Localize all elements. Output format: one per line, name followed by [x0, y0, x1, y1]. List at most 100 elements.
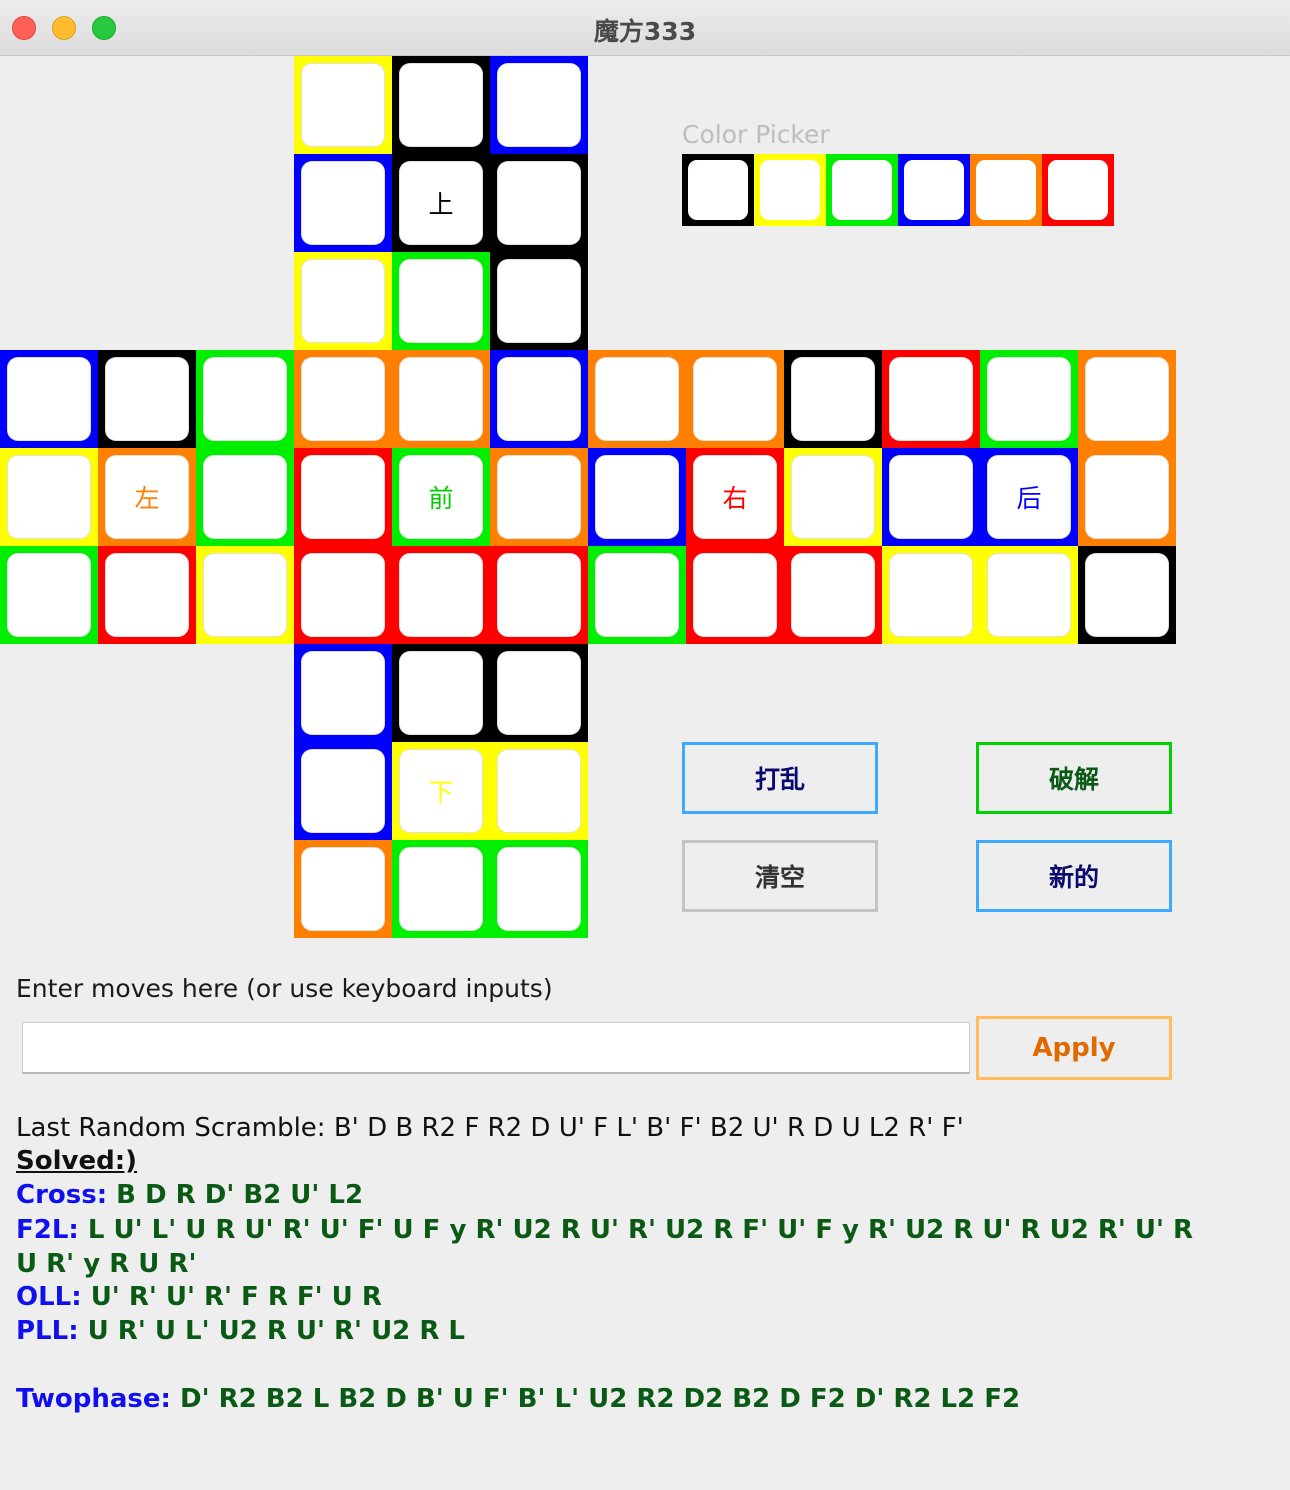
sticker-front-5[interactable]	[490, 448, 588, 546]
face-label-up: 上	[399, 161, 483, 245]
sticker-left-8[interactable]	[196, 546, 294, 644]
sticker-face	[889, 553, 973, 637]
sticker-face	[1085, 455, 1169, 539]
new-cube-button[interactable]: 新的	[976, 840, 1172, 912]
sticker-front-7[interactable]	[392, 546, 490, 644]
sticker-face	[497, 357, 581, 441]
sticker-front-2[interactable]	[490, 350, 588, 448]
sticker-face	[301, 161, 385, 245]
sticker-face	[301, 259, 385, 343]
sticker-down-7[interactable]	[392, 840, 490, 938]
sticker-face	[1085, 357, 1169, 441]
color-swatch-4[interactable]	[970, 154, 1042, 226]
sticker-left-6[interactable]	[0, 546, 98, 644]
f2l-label: F2L:	[16, 1215, 79, 1245]
sticker-face	[987, 357, 1071, 441]
sticker-right-8[interactable]	[784, 546, 882, 644]
sticker-face	[7, 553, 91, 637]
moves-input[interactable]	[22, 1022, 970, 1074]
sticker-down-1[interactable]	[392, 644, 490, 742]
scramble-button[interactable]: 打乱	[682, 742, 878, 814]
sticker-down-8[interactable]	[490, 840, 588, 938]
sticker-back-7[interactable]	[980, 546, 1078, 644]
sticker-right-1[interactable]	[686, 350, 784, 448]
sticker-left-7[interactable]	[98, 546, 196, 644]
apply-button[interactable]: Apply	[976, 1016, 1172, 1080]
sticker-front-1[interactable]	[392, 350, 490, 448]
sticker-back-4[interactable]: 后	[980, 448, 1078, 546]
sticker-face	[203, 455, 287, 539]
face-label-right: 右	[693, 455, 777, 539]
sticker-face	[105, 357, 189, 441]
sticker-down-3[interactable]	[294, 742, 392, 840]
sticker-face	[301, 357, 385, 441]
pll-solution: PLL: U R' U L' U2 R U' R' U2 R L	[16, 1316, 465, 1346]
sticker-up-3[interactable]	[294, 154, 392, 252]
sticker-face	[105, 553, 189, 637]
sticker-face	[203, 357, 287, 441]
sticker-back-2[interactable]	[1078, 350, 1176, 448]
sticker-back-6[interactable]	[882, 546, 980, 644]
sticker-right-0[interactable]	[588, 350, 686, 448]
solve-button[interactable]: 破解	[976, 742, 1172, 814]
sticker-front-3[interactable]	[294, 448, 392, 546]
color-swatch-1[interactable]	[754, 154, 826, 226]
sticker-up-5[interactable]	[490, 154, 588, 252]
sticker-face	[301, 749, 385, 833]
sticker-right-6[interactable]	[588, 546, 686, 644]
sticker-face	[301, 63, 385, 147]
sticker-back-5[interactable]	[1078, 448, 1176, 546]
sticker-left-5[interactable]	[196, 448, 294, 546]
sticker-face	[301, 651, 385, 735]
sticker-down-5[interactable]	[490, 742, 588, 840]
sticker-front-6[interactable]	[294, 546, 392, 644]
sticker-back-3[interactable]	[882, 448, 980, 546]
sticker-left-4[interactable]: 左	[98, 448, 196, 546]
oll-moves: U' R' U' R' F R F' U R	[81, 1282, 382, 1312]
sticker-face	[7, 357, 91, 441]
last-scramble-text: Last Random Scramble: B' D B R2 F R2 D U…	[16, 1113, 964, 1143]
sticker-up-4[interactable]: 上	[392, 154, 490, 252]
sticker-up-0[interactable]	[294, 56, 392, 154]
color-swatch-0[interactable]	[682, 154, 754, 226]
sticker-front-8[interactable]	[490, 546, 588, 644]
sticker-right-2[interactable]	[784, 350, 882, 448]
sticker-front-0[interactable]	[294, 350, 392, 448]
sticker-left-1[interactable]	[98, 350, 196, 448]
sticker-down-0[interactable]	[294, 644, 392, 742]
sticker-right-4[interactable]: 右	[686, 448, 784, 546]
sticker-front-4[interactable]: 前	[392, 448, 490, 546]
sticker-left-0[interactable]	[0, 350, 98, 448]
sticker-left-3[interactable]	[0, 448, 98, 546]
sticker-right-3[interactable]	[588, 448, 686, 546]
sticker-up-6[interactable]	[294, 252, 392, 350]
sticker-face	[693, 357, 777, 441]
sticker-up-2[interactable]	[490, 56, 588, 154]
sticker-down-4[interactable]: 下	[392, 742, 490, 840]
twophase-moves: D' R2 B2 L B2 D B' U F' B' L' U2 R2 D2 B…	[170, 1384, 1021, 1414]
sticker-up-8[interactable]	[490, 252, 588, 350]
sticker-back-0[interactable]	[882, 350, 980, 448]
moves-input-label: Enter moves here (or use keyboard inputs…	[16, 974, 553, 1003]
color-picker-label: Color Picker	[682, 120, 830, 149]
sticker-face	[791, 357, 875, 441]
sticker-up-7[interactable]	[392, 252, 490, 350]
sticker-back-1[interactable]	[980, 350, 1078, 448]
sticker-down-6[interactable]	[294, 840, 392, 938]
color-swatch-2[interactable]	[826, 154, 898, 226]
cross-label: Cross:	[16, 1180, 108, 1210]
sticker-down-2[interactable]	[490, 644, 588, 742]
swatch-face	[832, 160, 892, 220]
sticker-face	[399, 63, 483, 147]
sticker-right-7[interactable]	[686, 546, 784, 644]
color-swatch-3[interactable]	[898, 154, 970, 226]
color-swatch-5[interactable]	[1042, 154, 1114, 226]
sticker-right-5[interactable]	[784, 448, 882, 546]
oll-label: OLL:	[16, 1282, 82, 1312]
sticker-face	[399, 553, 483, 637]
clear-button[interactable]: 清空	[682, 840, 878, 912]
sticker-back-8[interactable]	[1078, 546, 1176, 644]
sticker-left-2[interactable]	[196, 350, 294, 448]
sticker-up-1[interactable]	[392, 56, 490, 154]
swatch-face	[760, 160, 820, 220]
